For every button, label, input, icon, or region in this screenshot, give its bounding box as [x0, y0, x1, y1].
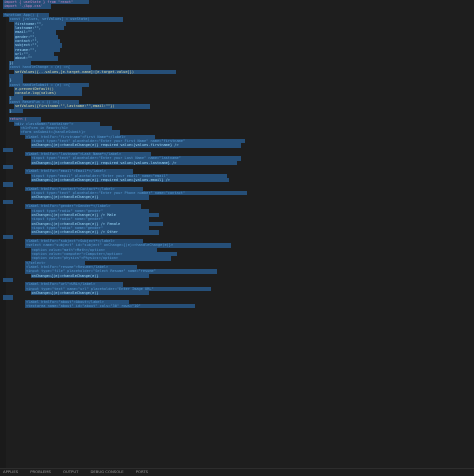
code-lines: import { useState } from "react" import '…: [0, 0, 474, 309]
code-editor[interactable]: import { useState } from "react" import '…: [0, 0, 474, 468]
panel-tab-bar: APPLIES PROBLEMS OUTPUT DEBUG CONSOLE PO…: [0, 468, 474, 476]
panel-tab-debug-console[interactable]: DEBUG CONSOLE: [90, 469, 123, 474]
panel-tab-output[interactable]: OUTPUT: [63, 469, 78, 474]
code-line[interactable]: <textarea name="about" id="about" cols="…: [0, 304, 474, 309]
panel-tab-applies[interactable]: APPLIES: [3, 469, 18, 474]
panel-tab-ports[interactable]: PORTS: [136, 469, 148, 474]
panel-tab-problems[interactable]: PROBLEMS: [30, 469, 51, 474]
code-text: <textarea name="about" id="about" cols="…: [26, 304, 141, 309]
